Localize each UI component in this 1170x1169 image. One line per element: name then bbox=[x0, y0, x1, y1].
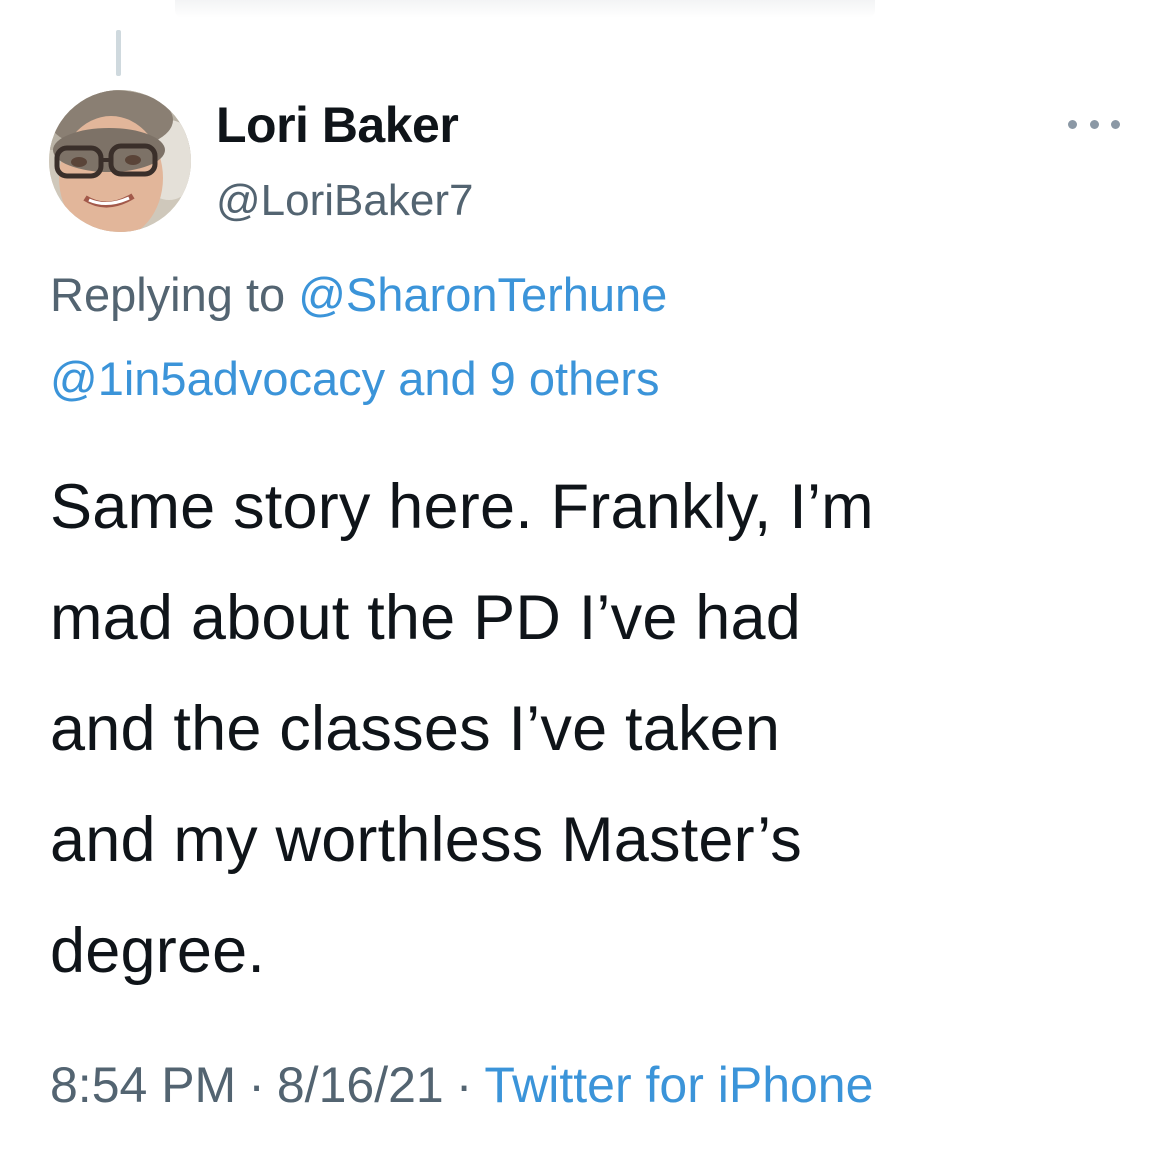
tweet-text: Same story here. Frankly, I’m mad about … bbox=[50, 452, 1130, 1007]
reply-context-line-1: Replying to @SharonTerhune bbox=[50, 267, 667, 322]
avatar[interactable] bbox=[49, 90, 191, 232]
author-display-name[interactable]: Lori Baker bbox=[216, 96, 459, 154]
mention-link-sharonterhune[interactable]: @SharonTerhune bbox=[298, 268, 667, 321]
meta-separator: · bbox=[455, 1057, 473, 1113]
replying-to-label: Replying to bbox=[50, 268, 286, 321]
mention-link-1in5advocacy[interactable]: @1in5advocacy bbox=[50, 352, 385, 405]
previous-tweet-edge bbox=[175, 0, 875, 18]
tweet-text-line: Same story here. Frankly, I’m bbox=[50, 472, 874, 542]
more-dot bbox=[1089, 119, 1099, 129]
tweet-date[interactable]: 8/16/21 bbox=[277, 1057, 444, 1113]
tweet-time[interactable]: 8:54 PM bbox=[50, 1057, 236, 1113]
tweet-text-line: and the classes I’ve taken bbox=[50, 694, 781, 764]
more-dot bbox=[1068, 119, 1077, 129]
tweet-metadata: 8:54 PM · 8/16/21 · Twitter for iPhone bbox=[50, 1056, 873, 1114]
reply-context-line-2: @1in5advocacy and 9 others bbox=[50, 351, 660, 406]
tweet-text-line: mad about the PD I’ve had bbox=[50, 583, 801, 653]
meta-separator: · bbox=[248, 1057, 265, 1113]
tweet-text-line: degree. bbox=[50, 916, 266, 986]
others-mentions-link[interactable]: and 9 others bbox=[398, 352, 659, 405]
more-options-icon[interactable] bbox=[1068, 112, 1120, 136]
author-handle[interactable]: @LoriBaker7 bbox=[216, 176, 473, 226]
more-dot bbox=[1111, 119, 1120, 129]
thread-connector-line bbox=[116, 30, 121, 76]
avatar-photo bbox=[49, 90, 191, 232]
tweet-source-link[interactable]: Twitter for iPhone bbox=[484, 1057, 873, 1113]
tweet-text-line: and my worthless Master’s bbox=[50, 805, 802, 875]
